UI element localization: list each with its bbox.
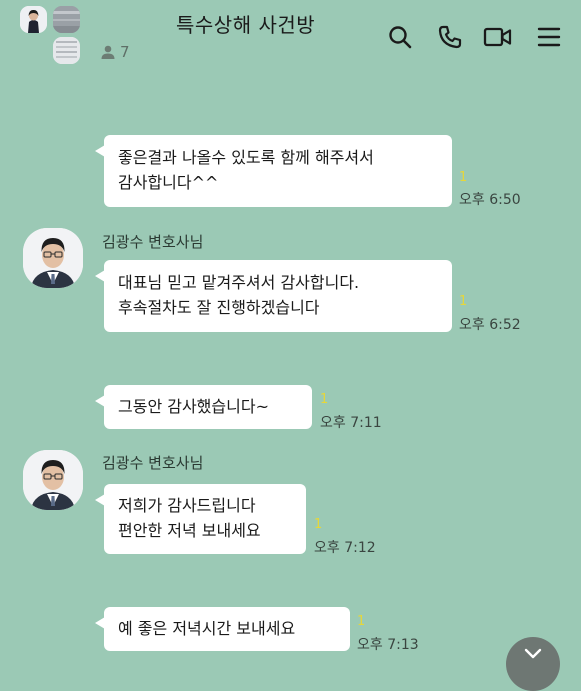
unread-count: 1: [357, 614, 366, 629]
message-time: 오후 7:11: [320, 415, 382, 431]
member-count[interactable]: 7: [100, 43, 130, 61]
message-line: 좋은결과 나올수 있도록 함께 해주셔서: [118, 148, 374, 167]
video-call-icon[interactable]: [483, 22, 513, 52]
message-line: 대표님 믿고 맡겨주셔서 감사합니다.: [118, 273, 360, 292]
sender-avatar[interactable]: [23, 228, 83, 288]
member-count-value: 7: [120, 43, 130, 61]
message-line: 예 좋은 저녁시간 보내세요: [118, 619, 296, 638]
chat-header: 특수상해 사건방 7: [0, 0, 581, 72]
message-line: 편안한 저녁 보내세요: [118, 521, 261, 540]
unread-count: 1: [314, 517, 323, 532]
unread-count: 1: [459, 170, 468, 185]
chat-room-title: 특수상해 사건방: [176, 13, 316, 37]
unread-count: 1: [459, 294, 468, 309]
member-avatar: [20, 6, 47, 33]
message-time: 오후 6:50: [459, 192, 521, 208]
scroll-down-button[interactable]: [506, 637, 560, 691]
message-line: 후속절차도 잘 진행하겠습니다: [118, 298, 320, 317]
menu-icon[interactable]: [534, 22, 564, 52]
group-profile-thumbnails[interactable]: [20, 6, 84, 66]
message-bubble[interactable]: 저희가 감사드립니다 편안한 저녁 보내세요: [95, 484, 306, 554]
message-bubble[interactable]: 그동안 감사했습니다~: [95, 385, 312, 429]
message-line: 감사합니다^^: [118, 173, 219, 192]
message-line: 저희가 감사드립니다: [118, 496, 256, 515]
unread-count: 1: [320, 392, 329, 407]
message-bubble[interactable]: 대표님 믿고 맡겨주셔서 감사합니다. 후속절차도 잘 진행하겠습니다: [95, 260, 452, 332]
message-time: 오후 7:12: [314, 540, 376, 556]
chevron-down-icon: [524, 648, 542, 659]
message-time: 오후 7:13: [357, 637, 419, 653]
message-bubble[interactable]: 예 좋은 저녁시간 보내세요: [95, 607, 350, 651]
member-avatar: [53, 6, 80, 33]
sender-avatar[interactable]: [23, 450, 83, 510]
search-icon[interactable]: [385, 22, 415, 52]
message-time: 오후 6:52: [459, 317, 521, 333]
person-icon: [101, 45, 115, 59]
member-avatar: [53, 37, 80, 64]
sender-name: 김광수 변호사님: [102, 454, 204, 472]
sender-name: 김광수 변호사님: [102, 233, 204, 251]
phone-icon[interactable]: [435, 22, 465, 52]
message-bubble[interactable]: 좋은결과 나올수 있도록 함께 해주셔서 감사합니다^^: [95, 135, 452, 207]
message-line: 그동안 감사했습니다~: [118, 397, 269, 416]
